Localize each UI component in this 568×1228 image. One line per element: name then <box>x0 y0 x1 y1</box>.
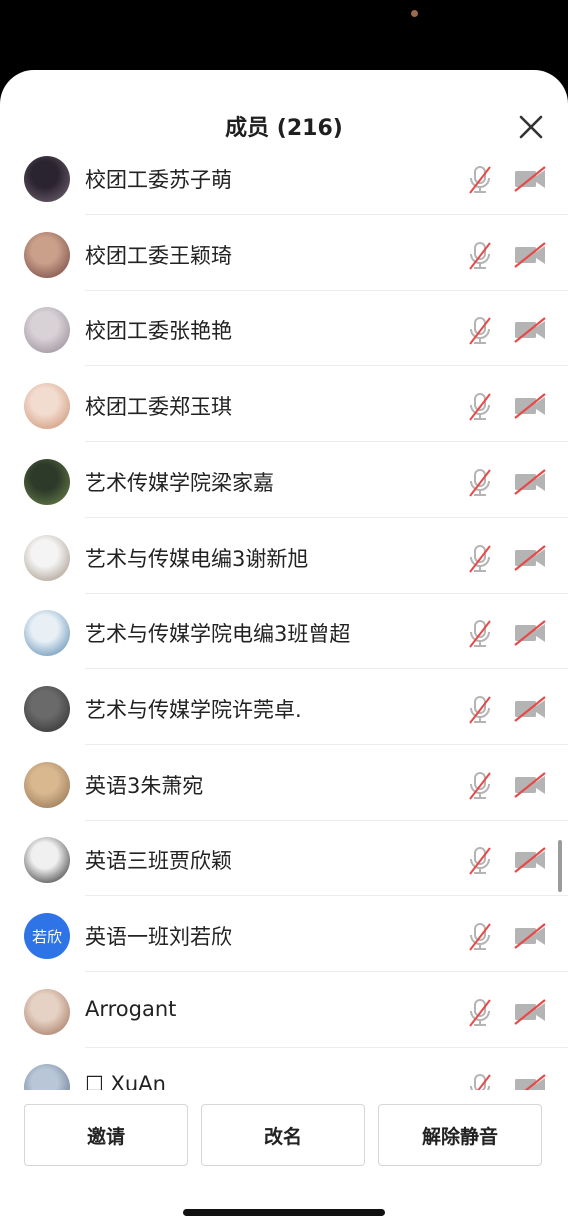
mic-muted-icon[interactable] <box>464 845 496 877</box>
member-name: 校团工委张艳艳 <box>85 319 232 344</box>
member-row[interactable]: 艺术传媒学院梁家嘉 <box>0 457 568 533</box>
row-divider <box>85 819 568 821</box>
row-divider <box>85 592 568 594</box>
avatar: 若欣 <box>24 913 70 959</box>
camera-off-icon[interactable] <box>513 921 547 951</box>
member-row[interactable]: 英语三班贾欣颖 <box>0 835 568 911</box>
member-list[interactable]: 校团工委苏子萌 校团工委王颖琦 校团工委张艳艳 校团工委郑玉琪艺术传媒学院梁家嘉艺术与… <box>0 154 568 1092</box>
avatar <box>24 610 70 657</box>
camera-off-icon[interactable] <box>513 391 547 421</box>
member-name: 校团工委王颖琦 <box>85 243 232 268</box>
mic-muted-icon[interactable] <box>464 770 496 802</box>
avatar <box>24 1064 70 1092</box>
member-row[interactable]: 校团工委张艳艳 <box>0 305 568 381</box>
camera-off-icon[interactable] <box>513 315 547 345</box>
close-button[interactable] <box>514 110 548 144</box>
member-name: 艺术与传媒学院电编3班曾超 <box>85 622 351 647</box>
mic-muted-icon[interactable] <box>464 315 496 347</box>
home-indicator <box>183 1209 385 1216</box>
camera-off-icon[interactable] <box>513 845 547 875</box>
member-name: 艺术与传媒电编3谢新旭 <box>85 546 309 571</box>
member-row[interactable]: 校团工委郑玉琪 <box>0 381 568 457</box>
invite-button[interactable]: 邀请 <box>24 1104 188 1166</box>
camera-off-icon[interactable] <box>513 770 547 800</box>
camera-off-icon[interactable] <box>513 164 547 194</box>
scrollbar[interactable] <box>558 840 562 892</box>
row-divider <box>85 289 568 291</box>
avatar-initials: 若欣 <box>31 927 62 946</box>
avatar <box>24 307 70 354</box>
row-divider <box>85 895 568 897</box>
mic-muted-icon[interactable] <box>464 618 496 650</box>
row-divider <box>85 516 568 518</box>
row-divider <box>85 365 568 367</box>
member-row[interactable]: 若欣 英语一班刘若欣 <box>0 911 568 987</box>
avatar <box>24 837 70 884</box>
camera-off-icon[interactable] <box>513 694 547 724</box>
avatar <box>24 761 70 808</box>
member-row[interactable]: 艺术与传媒学院电编3班曾超 <box>0 608 568 684</box>
mic-muted-icon[interactable] <box>464 997 496 1029</box>
row-divider <box>85 214 568 215</box>
avatar <box>24 458 70 505</box>
member-row[interactable]: 校团工委苏子萌 <box>0 154 568 230</box>
member-row[interactable]: ☐ XuAn <box>0 1062 568 1092</box>
mic-muted-icon[interactable] <box>464 467 496 499</box>
row-divider <box>85 971 568 972</box>
member-row[interactable]: 艺术与传媒学院许莞卓. <box>0 684 568 760</box>
panel-header: 成员 (216) <box>0 70 568 154</box>
close-icon <box>519 115 543 139</box>
camera-dot <box>411 10 418 17</box>
rename-button[interactable]: 改名 <box>201 1104 365 1166</box>
mic-muted-icon[interactable] <box>464 543 496 575</box>
row-divider <box>85 668 568 670</box>
avatar <box>24 156 70 202</box>
member-row[interactable]: 艺术与传媒电编3谢新旭 <box>0 533 568 609</box>
panel-title: 成员 (216) <box>225 116 343 141</box>
member-row[interactable]: 校团工委王颖琦 <box>0 230 568 306</box>
avatar <box>24 988 70 1035</box>
member-name: Arrogant <box>85 996 177 1021</box>
members-panel: 成员 (216) 校团工委苏子萌 校团工委王颖琦 校团工委张艳艳 校团工委郑玉琪艺术传… <box>0 70 568 1228</box>
member-name: 英语一班刘若欣 <box>85 925 232 949</box>
member-name: 英语三班贾欣颖 <box>85 849 232 874</box>
mic-muted-icon[interactable] <box>464 694 496 726</box>
avatar <box>24 231 70 278</box>
member-name: 英语3朱萧宛 <box>85 773 204 798</box>
mic-muted-icon[interactable] <box>464 164 496 196</box>
row-divider <box>85 441 568 443</box>
avatar <box>24 383 70 430</box>
camera-off-icon[interactable] <box>513 618 547 648</box>
row-divider <box>85 743 568 745</box>
avatar <box>24 534 70 581</box>
member-name: 艺术与传媒学院许莞卓. <box>85 697 302 722</box>
member-row[interactable]: 英语3朱萧宛 <box>0 760 568 836</box>
mic-muted-icon[interactable] <box>464 240 496 272</box>
camera-off-icon[interactable] <box>513 240 547 270</box>
member-name: 校团工委苏子萌 <box>85 168 232 192</box>
member-row[interactable]: Arrogant <box>0 987 568 1063</box>
footer-toolbar: 邀请 改名 解除静音 <box>0 1090 568 1228</box>
avatar <box>24 685 70 732</box>
member-name: 校团工委郑玉琪 <box>85 395 232 420</box>
camera-off-icon[interactable] <box>513 467 547 497</box>
mic-muted-icon[interactable] <box>464 391 496 423</box>
unmute-button[interactable]: 解除静音 <box>378 1104 542 1166</box>
camera-off-icon[interactable] <box>513 997 547 1027</box>
camera-off-icon[interactable] <box>513 543 547 573</box>
mic-muted-icon[interactable] <box>464 921 496 953</box>
row-divider <box>85 1046 568 1048</box>
member-name: 艺术传媒学院梁家嘉 <box>85 470 274 495</box>
